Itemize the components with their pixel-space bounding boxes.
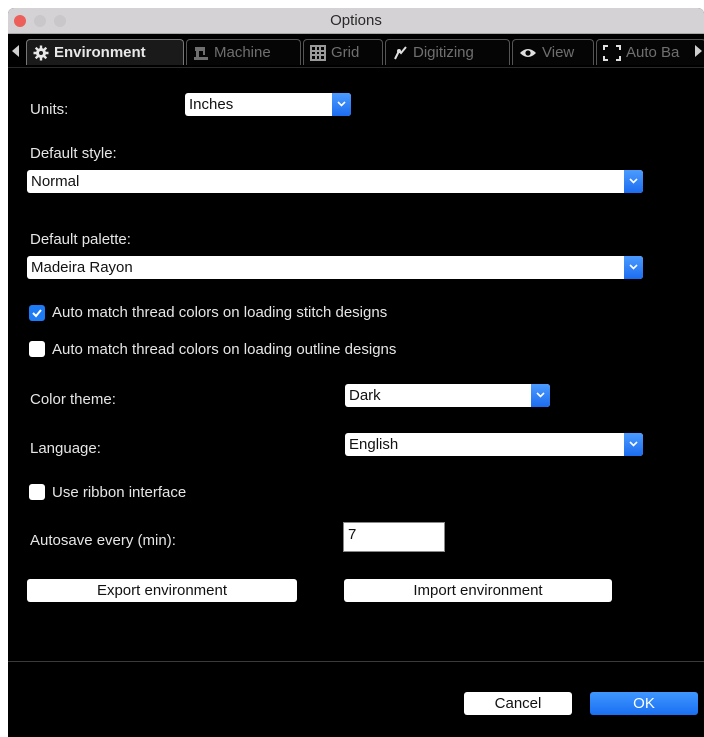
auto-match-stitch-label: Auto match thread colors on loading stit… — [52, 304, 388, 321]
autosave-label: Autosave every (min): — [30, 532, 176, 549]
window-title: Options — [330, 12, 382, 29]
default-style-label: Default style: — [30, 145, 117, 162]
auto-match-outline-label: Auto match thread colors on loading outl… — [52, 341, 397, 358]
auto-match-outline-checkbox[interactable] — [29, 341, 45, 357]
language-select[interactable]: English — [345, 433, 643, 456]
frame-icon — [603, 44, 621, 61]
import-environment-button[interactable]: Import environment — [344, 579, 612, 602]
color-theme-select[interactable]: Dark — [345, 384, 550, 407]
tab-label: Machine — [214, 43, 271, 61]
tab-environment[interactable]: Environment — [26, 39, 184, 65]
tab-view[interactable]: View — [512, 39, 594, 65]
default-style-value: Normal — [31, 173, 80, 190]
options-window: Options Environment Machine Grid Digitiz… — [8, 8, 704, 737]
chevron-down-icon — [624, 170, 643, 193]
units-select[interactable]: Inches — [185, 93, 351, 116]
tab-scroll-left-icon[interactable] — [12, 45, 19, 57]
gear-icon — [33, 45, 49, 60]
default-palette-label: Default palette: — [30, 231, 131, 248]
tab-bar: Environment Machine Grid Digitizing View… — [8, 35, 704, 68]
chevron-down-icon — [531, 384, 550, 407]
ribbon-label: Use ribbon interface — [52, 484, 187, 501]
default-palette-value: Madeira Rayon — [31, 259, 133, 276]
ok-button[interactable]: OK — [590, 692, 698, 715]
tab-label: View — [542, 43, 575, 61]
checkmark-icon — [32, 309, 42, 318]
footer-divider — [8, 661, 704, 662]
auto-match-stitch-checkbox[interactable] — [29, 305, 45, 321]
title-bar: Options — [8, 8, 704, 34]
cancel-button[interactable]: Cancel — [464, 692, 572, 715]
default-style-select[interactable]: Normal — [27, 170, 643, 193]
ribbon-checkbox[interactable] — [29, 484, 45, 500]
color-theme-value: Dark — [349, 387, 381, 404]
eye-icon — [520, 48, 536, 57]
units-label: Units: — [30, 101, 69, 118]
tab-auto-backup[interactable]: Auto Ba — [596, 39, 704, 65]
tab-label: Auto Ba — [626, 43, 680, 61]
chevron-down-icon — [624, 256, 643, 279]
sewing-machine-icon — [194, 46, 208, 60]
tab-label: Digitizing — [413, 43, 474, 61]
tab-label: Grid — [331, 43, 360, 61]
tab-digitizing[interactable]: Digitizing — [385, 39, 510, 65]
tab-machine[interactable]: Machine — [186, 39, 301, 65]
chevron-down-icon — [624, 433, 643, 456]
color-theme-label: Color theme: — [30, 391, 116, 408]
language-value: English — [349, 436, 399, 453]
language-label: Language: — [30, 440, 101, 457]
digitizing-icon — [394, 45, 407, 59]
export-environment-button[interactable]: Export environment — [27, 579, 297, 602]
tab-grid[interactable]: Grid — [303, 39, 383, 65]
units-value: Inches — [189, 96, 234, 113]
autosave-input[interactable]: 7 — [343, 522, 445, 552]
grid-icon — [310, 44, 326, 61]
tab-label: Environment — [54, 43, 146, 61]
autosave-value: 7 — [348, 526, 357, 543]
default-palette-select[interactable]: Madeira Rayon — [27, 256, 643, 279]
tab-scroll-right-icon[interactable] — [695, 45, 702, 57]
chevron-down-icon — [332, 93, 351, 116]
